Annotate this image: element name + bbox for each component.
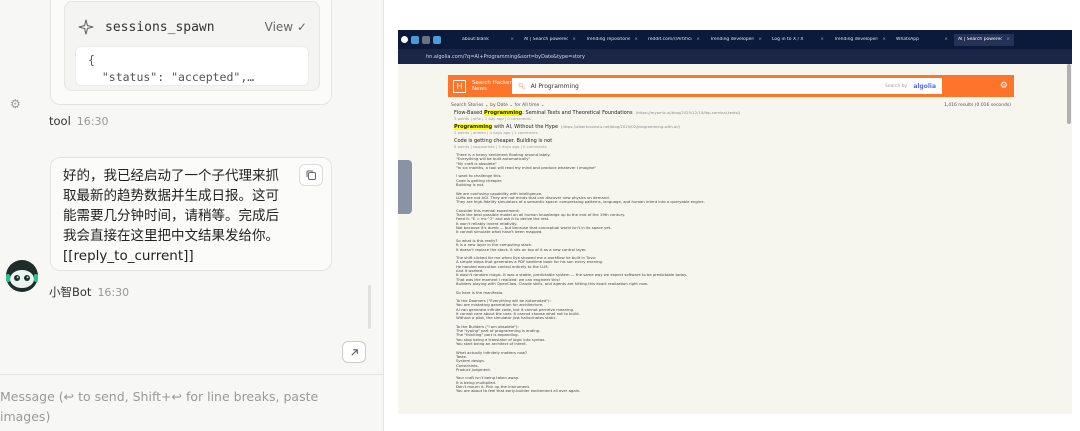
search-icon: 🔍︎ [518, 82, 526, 90]
page-scrollbar[interactable] [1067, 64, 1071, 124]
app-icon [401, 36, 408, 43]
result-url[interactable]: (https://mypmic.ai/blog/2025/12/10/fbp-s… [636, 110, 741, 115]
chat-panel: sessions_spawn View ✓ { "status": "accep… [0, 0, 384, 431]
browser-tab-label: Log in to X / X [772, 37, 804, 42]
search-result[interactable]: Programming with AI, Without the Hype (ht… [454, 124, 994, 135]
hn-search-box[interactable]: 🔍︎ AI Programming Search by algolia [512, 78, 942, 94]
message-composer[interactable]: Message (↩ to send, Shift+↩ for line bre… [0, 374, 383, 431]
app-icon [422, 35, 430, 44]
message-input-placeholder[interactable]: Message (↩ to send, Shift+↩ for line bre… [0, 387, 340, 427]
expand-button[interactable] [342, 341, 366, 363]
close-tab-icon[interactable]: × [634, 37, 638, 42]
tab-list: about:blank × AI | Search powered × Trending… [458, 30, 1016, 49]
address-bar[interactable]: hn.algolia.com/?q=AI+Programming&sort=by… [398, 49, 1072, 64]
bot-sender: 小智Bot 16:30 [49, 284, 129, 300]
bot-name: 小智Bot [49, 285, 92, 299]
window-controls [398, 30, 458, 49]
browser-tab-label: Trending developers [834, 37, 879, 42]
bot-avatar [6, 260, 38, 292]
assistant-message-tag: [[reply_to_current]] [63, 248, 194, 264]
bot-timestamp: 16:30 [97, 286, 130, 299]
browser-screenshot: about:blank × AI | Search powered × Trending… [398, 30, 1072, 414]
close-tab-icon[interactable]: × [572, 37, 576, 42]
browser-tab[interactable]: Trending developers × [830, 34, 890, 46]
sparkle-icon [78, 19, 94, 35]
browser-tab[interactable]: AI | Search powered × [520, 34, 580, 46]
browser-tab-label: about:blank [462, 37, 489, 42]
close-tab-icon[interactable]: × [758, 37, 762, 42]
close-tab-icon[interactable]: × [696, 37, 700, 42]
browser-tab[interactable]: WhatsApp × [892, 34, 952, 46]
browser-tab[interactable]: reddit.com/r/ArtificialI × [644, 34, 704, 46]
browser-tab-label: Trending repositories [586, 37, 631, 42]
chat-scrollbar[interactable] [368, 285, 371, 329]
result-meta: 8 points | sospaaristo | 5 days ago | 0 … [454, 144, 547, 149]
close-tab-icon[interactable]: × [882, 37, 886, 42]
app-icon [411, 35, 419, 44]
result-url[interactable]: (https://albertcavestu.net/blog/2025/02/… [561, 124, 680, 129]
tool-sender: tool 16:30 [49, 114, 108, 128]
tool-name: sessions_spawn [105, 19, 215, 35]
tool-timestamp: 16:30 [76, 115, 109, 128]
tool-sender-name: tool [49, 114, 71, 128]
tool-gear-icon: ⚙ [10, 97, 21, 111]
close-tab-icon[interactable]: × [1006, 37, 1010, 42]
copy-button[interactable] [299, 164, 323, 186]
app-root: sessions_spawn View ✓ { "status": "accep… [0, 0, 1080, 431]
hn-logo[interactable]: H [453, 79, 466, 93]
browser-tab[interactable]: Trending repositories × [582, 34, 642, 46]
assistant-message: 好的，我已经启动了一个子代理来抓取最新的趋势数据并生成日报。这可能需要几分钟时间… [50, 157, 332, 271]
result-meta: 3 points | alfie | 1 day ago | 0 comment… [454, 116, 531, 121]
browser-tab[interactable]: Log in to X / X × [768, 34, 828, 46]
browser-tab-label: Trending developers [710, 37, 755, 42]
app-icon [433, 35, 441, 44]
browser-tab[interactable]: AI | Search powered × [954, 33, 1014, 46]
browser-tab[interactable]: Trending developers × [706, 34, 766, 46]
result-meta: 2 points | aldeen | 4 days ago | 1 comme… [454, 130, 538, 135]
hn-header: H Search Hacker News 🔍︎ AI Programming S… [448, 75, 1014, 97]
algolia-logo: algolia [913, 82, 936, 90]
browser-tab[interactable]: about:blank × [458, 34, 518, 46]
close-tab-icon[interactable]: × [944, 37, 948, 42]
browser-tab-label: reddit.com/r/ArtificialI [648, 37, 693, 42]
browser-tab-label: AI | Search powered [958, 37, 1003, 42]
url-text[interactable]: hn.algolia.com/?q=AI+Programming&sort=by… [426, 54, 585, 60]
view-button[interactable]: View ✓ [265, 20, 307, 34]
browser-tab-label: WhatsApp [896, 37, 919, 42]
story-body-text: There is a heavy sentiment floating arou… [456, 152, 705, 394]
close-tab-icon[interactable]: × [510, 37, 514, 42]
browser-tab-bar: about:blank × AI | Search powered × Trending… [398, 30, 1072, 49]
tool-call-card: sessions_spawn View ✓ { "status": "accep… [50, 0, 332, 105]
assistant-message-text: 好的，我已经启动了一个子代理来抓取最新的趋势数据并生成日报。这可能需要几分钟时间… [63, 168, 279, 244]
arrow-up-right-icon [350, 348, 358, 356]
hn-search-query[interactable]: AI Programming [531, 83, 579, 90]
hn-title[interactable]: Search Hacker News [472, 80, 512, 92]
tool-result-preview: { "status": "accepted",… [75, 46, 309, 86]
search-by-label: Search by [884, 83, 908, 89]
tool-call-header: sessions_spawn View ✓ [77, 16, 307, 38]
hn-search-page: H Search Hacker News 🔍︎ AI Programming S… [398, 64, 1072, 414]
settings-gear-icon[interactable]: ⚙ [1000, 81, 1008, 91]
close-tab-icon[interactable]: × [820, 37, 824, 42]
result-title[interactable]: : Seminal Texts and Theoretical Foundati… [522, 110, 632, 116]
browser-tab-label: AI | Search powered [524, 37, 569, 42]
search-result[interactable]: Code is getting cheaper. Building is not… [454, 138, 994, 149]
side-panel-handle[interactable] [398, 160, 412, 214]
tool-call-inner: sessions_spawn View ✓ { "status": "accep… [64, 1, 320, 91]
search-result[interactable]: Flow-Based Programming: Seminal Texts an… [454, 110, 994, 121]
copy-icon [306, 170, 316, 180]
